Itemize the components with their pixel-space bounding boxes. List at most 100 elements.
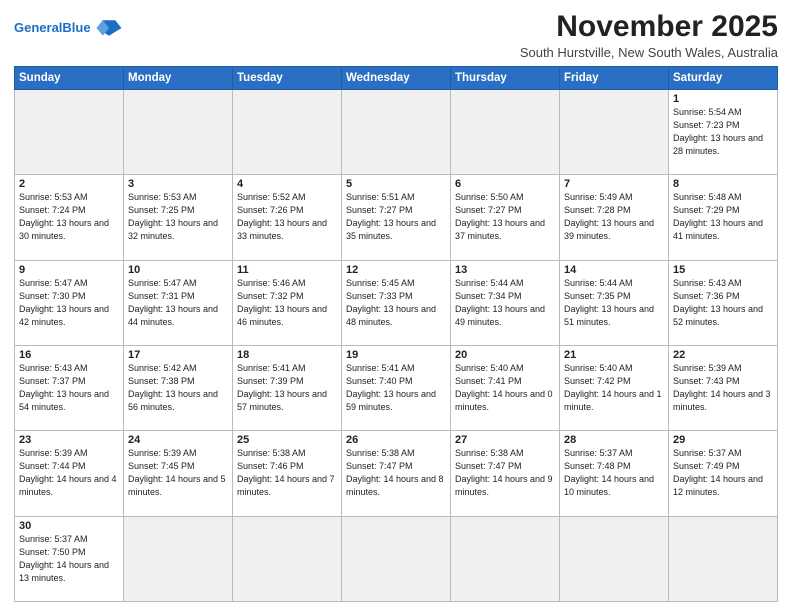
day-cell: 29Sunrise: 5:37 AM Sunset: 7:49 PM Dayli… (669, 431, 778, 516)
day-number: 7 (564, 178, 664, 190)
day-number: 21 (564, 349, 664, 361)
day-info: Sunrise: 5:49 AM Sunset: 7:28 PM Dayligh… (564, 191, 664, 243)
day-cell (124, 90, 233, 175)
day-info: Sunrise: 5:48 AM Sunset: 7:29 PM Dayligh… (673, 191, 773, 243)
day-cell: 16Sunrise: 5:43 AM Sunset: 7:37 PM Dayli… (15, 345, 124, 430)
day-cell: 23Sunrise: 5:39 AM Sunset: 7:44 PM Dayli… (15, 431, 124, 516)
day-info: Sunrise: 5:41 AM Sunset: 7:40 PM Dayligh… (346, 362, 446, 414)
day-info: Sunrise: 5:52 AM Sunset: 7:26 PM Dayligh… (237, 191, 337, 243)
day-cell: 6Sunrise: 5:50 AM Sunset: 7:27 PM Daylig… (451, 175, 560, 260)
day-number: 29 (673, 434, 773, 446)
day-number: 28 (564, 434, 664, 446)
day-cell (342, 90, 451, 175)
day-cell: 24Sunrise: 5:39 AM Sunset: 7:45 PM Dayli… (124, 431, 233, 516)
day-cell: 4Sunrise: 5:52 AM Sunset: 7:26 PM Daylig… (233, 175, 342, 260)
day-cell: 15Sunrise: 5:43 AM Sunset: 7:36 PM Dayli… (669, 260, 778, 345)
day-info: Sunrise: 5:37 AM Sunset: 7:49 PM Dayligh… (673, 447, 773, 499)
day-cell (560, 90, 669, 175)
day-number: 30 (19, 520, 119, 532)
weekday-header-friday: Friday (560, 67, 669, 90)
logo: GeneralBlue (14, 14, 123, 42)
weekday-header-row: SundayMondayTuesdayWednesdayThursdayFrid… (15, 67, 778, 90)
day-number: 11 (237, 264, 337, 276)
day-info: Sunrise: 5:44 AM Sunset: 7:35 PM Dayligh… (564, 277, 664, 329)
day-number: 18 (237, 349, 337, 361)
week-row-2: 2Sunrise: 5:53 AM Sunset: 7:24 PM Daylig… (15, 175, 778, 260)
day-cell: 1Sunrise: 5:54 AM Sunset: 7:23 PM Daylig… (669, 90, 778, 175)
day-info: Sunrise: 5:37 AM Sunset: 7:50 PM Dayligh… (19, 533, 119, 585)
day-info: Sunrise: 5:53 AM Sunset: 7:24 PM Dayligh… (19, 191, 119, 243)
day-info: Sunrise: 5:39 AM Sunset: 7:45 PM Dayligh… (128, 447, 228, 499)
day-info: Sunrise: 5:43 AM Sunset: 7:36 PM Dayligh… (673, 277, 773, 329)
day-number: 10 (128, 264, 228, 276)
day-number: 8 (673, 178, 773, 190)
day-number: 22 (673, 349, 773, 361)
day-cell (451, 90, 560, 175)
logo-icon (95, 14, 123, 42)
day-number: 4 (237, 178, 337, 190)
weekday-header-thursday: Thursday (451, 67, 560, 90)
calendar-title: November 2025 (520, 10, 778, 43)
day-info: Sunrise: 5:47 AM Sunset: 7:31 PM Dayligh… (128, 277, 228, 329)
day-cell: 19Sunrise: 5:41 AM Sunset: 7:40 PM Dayli… (342, 345, 451, 430)
day-info: Sunrise: 5:44 AM Sunset: 7:34 PM Dayligh… (455, 277, 555, 329)
day-info: Sunrise: 5:39 AM Sunset: 7:43 PM Dayligh… (673, 362, 773, 414)
day-cell: 5Sunrise: 5:51 AM Sunset: 7:27 PM Daylig… (342, 175, 451, 260)
day-cell: 25Sunrise: 5:38 AM Sunset: 7:46 PM Dayli… (233, 431, 342, 516)
day-number: 3 (128, 178, 228, 190)
day-cell: 18Sunrise: 5:41 AM Sunset: 7:39 PM Dayli… (233, 345, 342, 430)
day-number: 23 (19, 434, 119, 446)
day-info: Sunrise: 5:41 AM Sunset: 7:39 PM Dayligh… (237, 362, 337, 414)
week-row-4: 16Sunrise: 5:43 AM Sunset: 7:37 PM Dayli… (15, 345, 778, 430)
day-cell: 22Sunrise: 5:39 AM Sunset: 7:43 PM Dayli… (669, 345, 778, 430)
day-number: 15 (673, 264, 773, 276)
week-row-1: 1Sunrise: 5:54 AM Sunset: 7:23 PM Daylig… (15, 90, 778, 175)
header: GeneralBlue November 2025 South Hurstvil… (14, 10, 778, 60)
day-info: Sunrise: 5:40 AM Sunset: 7:42 PM Dayligh… (564, 362, 664, 414)
day-number: 1 (673, 93, 773, 105)
day-number: 5 (346, 178, 446, 190)
day-cell: 14Sunrise: 5:44 AM Sunset: 7:35 PM Dayli… (560, 260, 669, 345)
day-number: 24 (128, 434, 228, 446)
day-number: 17 (128, 349, 228, 361)
day-cell (560, 516, 669, 601)
day-number: 19 (346, 349, 446, 361)
weekday-header-wednesday: Wednesday (342, 67, 451, 90)
day-info: Sunrise: 5:45 AM Sunset: 7:33 PM Dayligh… (346, 277, 446, 329)
day-number: 12 (346, 264, 446, 276)
day-cell: 11Sunrise: 5:46 AM Sunset: 7:32 PM Dayli… (233, 260, 342, 345)
weekday-header-sunday: Sunday (15, 67, 124, 90)
day-cell (124, 516, 233, 601)
logo-blue: Blue (62, 20, 90, 35)
calendar-subtitle: South Hurstville, New South Wales, Austr… (520, 45, 778, 60)
day-info: Sunrise: 5:47 AM Sunset: 7:30 PM Dayligh… (19, 277, 119, 329)
day-cell: 28Sunrise: 5:37 AM Sunset: 7:48 PM Dayli… (560, 431, 669, 516)
day-cell: 13Sunrise: 5:44 AM Sunset: 7:34 PM Dayli… (451, 260, 560, 345)
day-info: Sunrise: 5:46 AM Sunset: 7:32 PM Dayligh… (237, 277, 337, 329)
day-cell: 20Sunrise: 5:40 AM Sunset: 7:41 PM Dayli… (451, 345, 560, 430)
day-info: Sunrise: 5:38 AM Sunset: 7:47 PM Dayligh… (346, 447, 446, 499)
day-info: Sunrise: 5:39 AM Sunset: 7:44 PM Dayligh… (19, 447, 119, 499)
day-info: Sunrise: 5:50 AM Sunset: 7:27 PM Dayligh… (455, 191, 555, 243)
day-info: Sunrise: 5:51 AM Sunset: 7:27 PM Dayligh… (346, 191, 446, 243)
day-cell: 30Sunrise: 5:37 AM Sunset: 7:50 PM Dayli… (15, 516, 124, 601)
day-info: Sunrise: 5:38 AM Sunset: 7:47 PM Dayligh… (455, 447, 555, 499)
week-row-3: 9Sunrise: 5:47 AM Sunset: 7:30 PM Daylig… (15, 260, 778, 345)
day-cell: 9Sunrise: 5:47 AM Sunset: 7:30 PM Daylig… (15, 260, 124, 345)
day-cell: 8Sunrise: 5:48 AM Sunset: 7:29 PM Daylig… (669, 175, 778, 260)
week-row-6: 30Sunrise: 5:37 AM Sunset: 7:50 PM Dayli… (15, 516, 778, 601)
day-cell: 2Sunrise: 5:53 AM Sunset: 7:24 PM Daylig… (15, 175, 124, 260)
day-cell (669, 516, 778, 601)
day-number: 13 (455, 264, 555, 276)
weekday-header-tuesday: Tuesday (233, 67, 342, 90)
logo-general: General (14, 20, 62, 35)
day-cell: 3Sunrise: 5:53 AM Sunset: 7:25 PM Daylig… (124, 175, 233, 260)
day-info: Sunrise: 5:54 AM Sunset: 7:23 PM Dayligh… (673, 106, 773, 158)
day-number: 9 (19, 264, 119, 276)
day-number: 14 (564, 264, 664, 276)
day-cell (15, 90, 124, 175)
weekday-header-saturday: Saturday (669, 67, 778, 90)
day-number: 16 (19, 349, 119, 361)
day-cell: 12Sunrise: 5:45 AM Sunset: 7:33 PM Dayli… (342, 260, 451, 345)
day-info: Sunrise: 5:38 AM Sunset: 7:46 PM Dayligh… (237, 447, 337, 499)
